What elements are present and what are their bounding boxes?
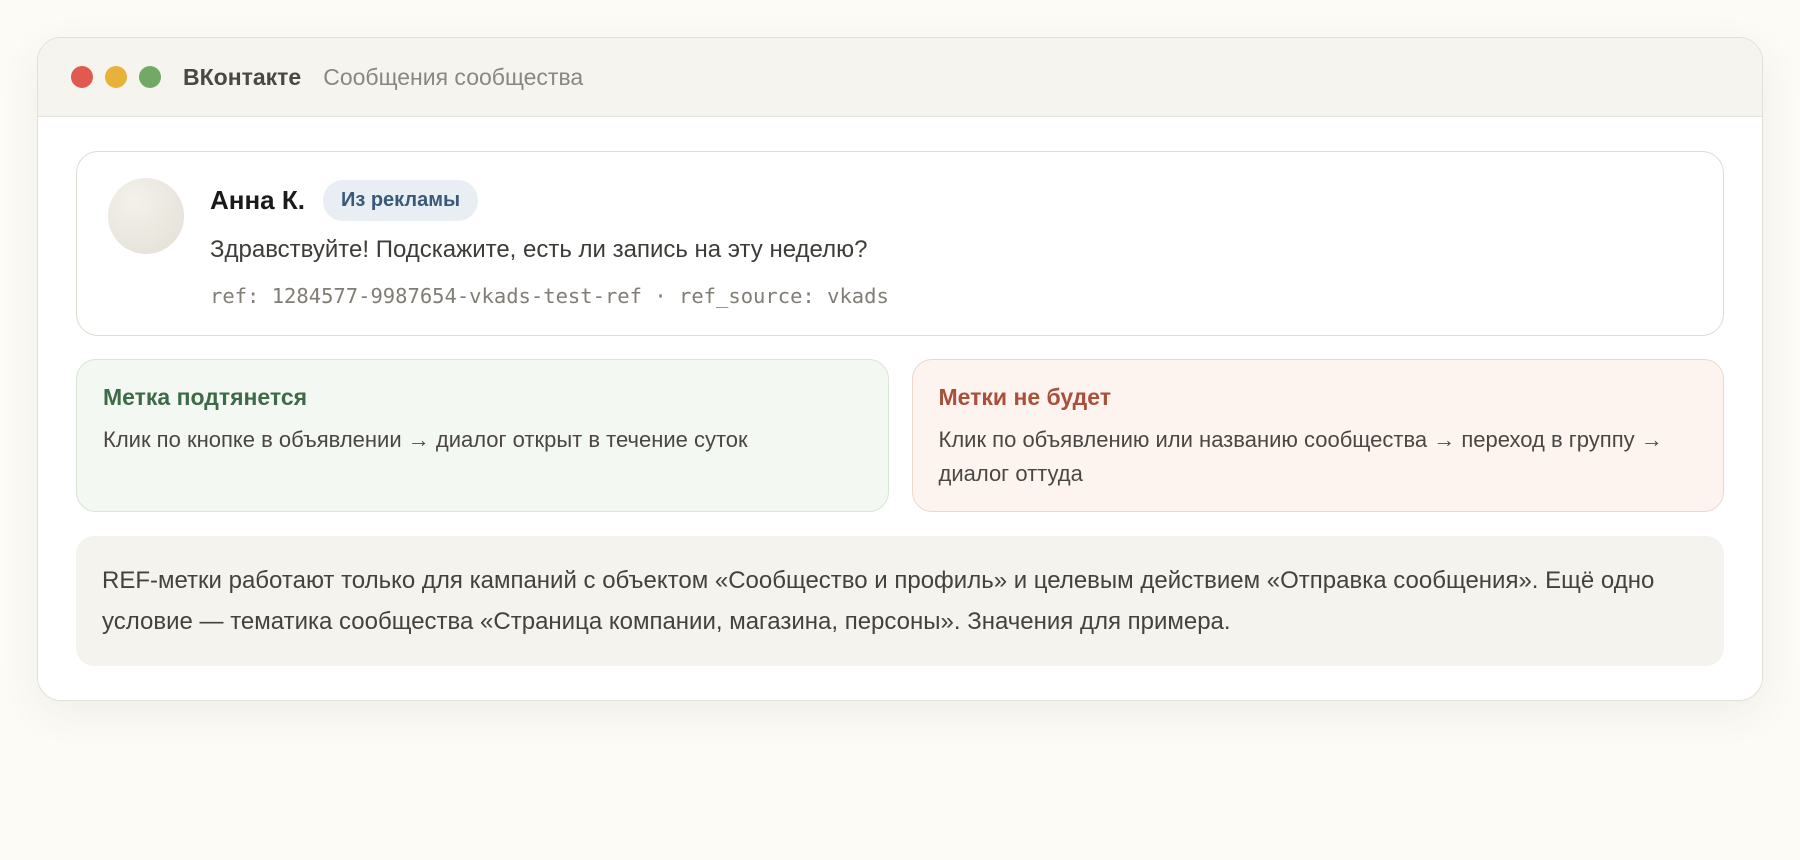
message-ref-line: ref: 1284577-9987654-vkads-test-ref · re… [210,284,889,308]
maximize-window-button[interactable] [139,66,161,88]
info-cards: Метка подтянется Клик по кнопке в объявл… [76,359,1724,512]
ref-works-card: Метка подтянется Клик по кнопке в объявл… [76,359,889,512]
message-author[interactable]: Анна К. [210,185,305,216]
minimize-window-button[interactable] [105,66,127,88]
message-body: Анна К. Из рекламы Здравствуйте! Подскаж… [210,179,1693,308]
ref-works-text: Клик по кнопке в объявлении → диалог отк… [103,427,748,452]
ref-missing-card: Метки не будет Клик по объявлению или на… [911,359,1724,512]
conditions-note: REF-метки работают только для кампаний с… [76,536,1724,666]
message-text: Здравствуйте! Подскажите, есть ли запись… [210,236,868,263]
ref-missing-text: Клик по объявлению или названию сообщест… [938,427,1663,486]
app-name: ВКонтакте [183,63,302,90]
ref-works-title: Метка подтянется [103,384,308,410]
main-content: Анна К. Из рекламы Здравствуйте! Подскаж… [38,117,1762,666]
avatar[interactable] [108,178,184,254]
source-badge: Из рекламы [322,179,479,221]
close-window-button[interactable] [71,66,93,88]
title-bar: ВКонтакте Сообщения сообщества [38,38,1762,117]
message-header: Анна К. Из рекламы [210,179,1693,221]
app-window: ВКонтакте Сообщения сообщества Анна К. И… [37,37,1763,701]
window-subtitle: Сообщения сообщества [323,63,584,90]
ref-missing-title: Метки не будет [938,384,1112,410]
message-card[interactable]: Анна К. Из рекламы Здравствуйте! Подскаж… [76,151,1724,336]
